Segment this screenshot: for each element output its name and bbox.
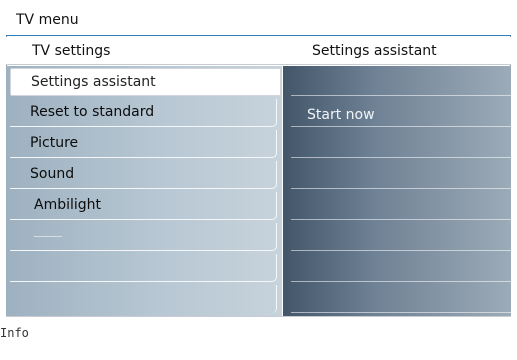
- info-label: Info: [0, 326, 29, 340]
- menu-item-sound[interactable]: Sound: [10, 161, 277, 189]
- submenu-item-label: Start now: [307, 107, 375, 123]
- panel-title: Settings assistant: [312, 43, 437, 59]
- submenu-divider: [291, 188, 511, 189]
- menu-item-label: Settings assistant: [31, 74, 156, 90]
- menu-header-row: TV settings Settings assistant: [6, 37, 511, 65]
- menu-title: TV menu: [16, 12, 79, 28]
- menu-item-label: Reset to standard: [30, 104, 155, 120]
- menu-item-empty[interactable]: [10, 254, 277, 282]
- submenu-divider: [291, 219, 511, 220]
- submenu-panel: Start now: [283, 66, 511, 316]
- menu-item-label: Picture: [30, 135, 79, 151]
- submenu-item-start-now[interactable]: Start now: [307, 106, 375, 124]
- section-title: TV settings: [32, 43, 111, 59]
- menu-item-reset-to-standard[interactable]: Reset to standard: [10, 99, 277, 127]
- settings-list-panel: Settings assistant Reset to standard Pic…: [6, 66, 282, 316]
- submenu-divider: [291, 281, 511, 282]
- menu-item-label: Ambilight: [34, 197, 102, 213]
- menu-item-settings-assistant[interactable]: Settings assistant: [10, 68, 281, 96]
- submenu-divider: [291, 312, 511, 313]
- tv-menu-screen: TV menu TV settings Settings assistant S…: [0, 0, 517, 360]
- menu-item-picture[interactable]: Picture: [10, 130, 277, 158]
- info-bar: [6, 316, 511, 348]
- menu-item-empty[interactable]: [10, 285, 277, 313]
- submenu-divider: [291, 95, 511, 96]
- menu-title-bar: TV menu: [6, 6, 511, 36]
- menu-item-label: Sound: [30, 166, 75, 182]
- submenu-divider: [291, 157, 511, 158]
- menu-item-ambilight[interactable]: Ambilight: [10, 192, 277, 220]
- submenu-divider: [291, 126, 511, 127]
- menu-item-placeholder: [34, 235, 62, 237]
- submenu-divider: [291, 250, 511, 251]
- menu-item-empty[interactable]: [10, 223, 277, 251]
